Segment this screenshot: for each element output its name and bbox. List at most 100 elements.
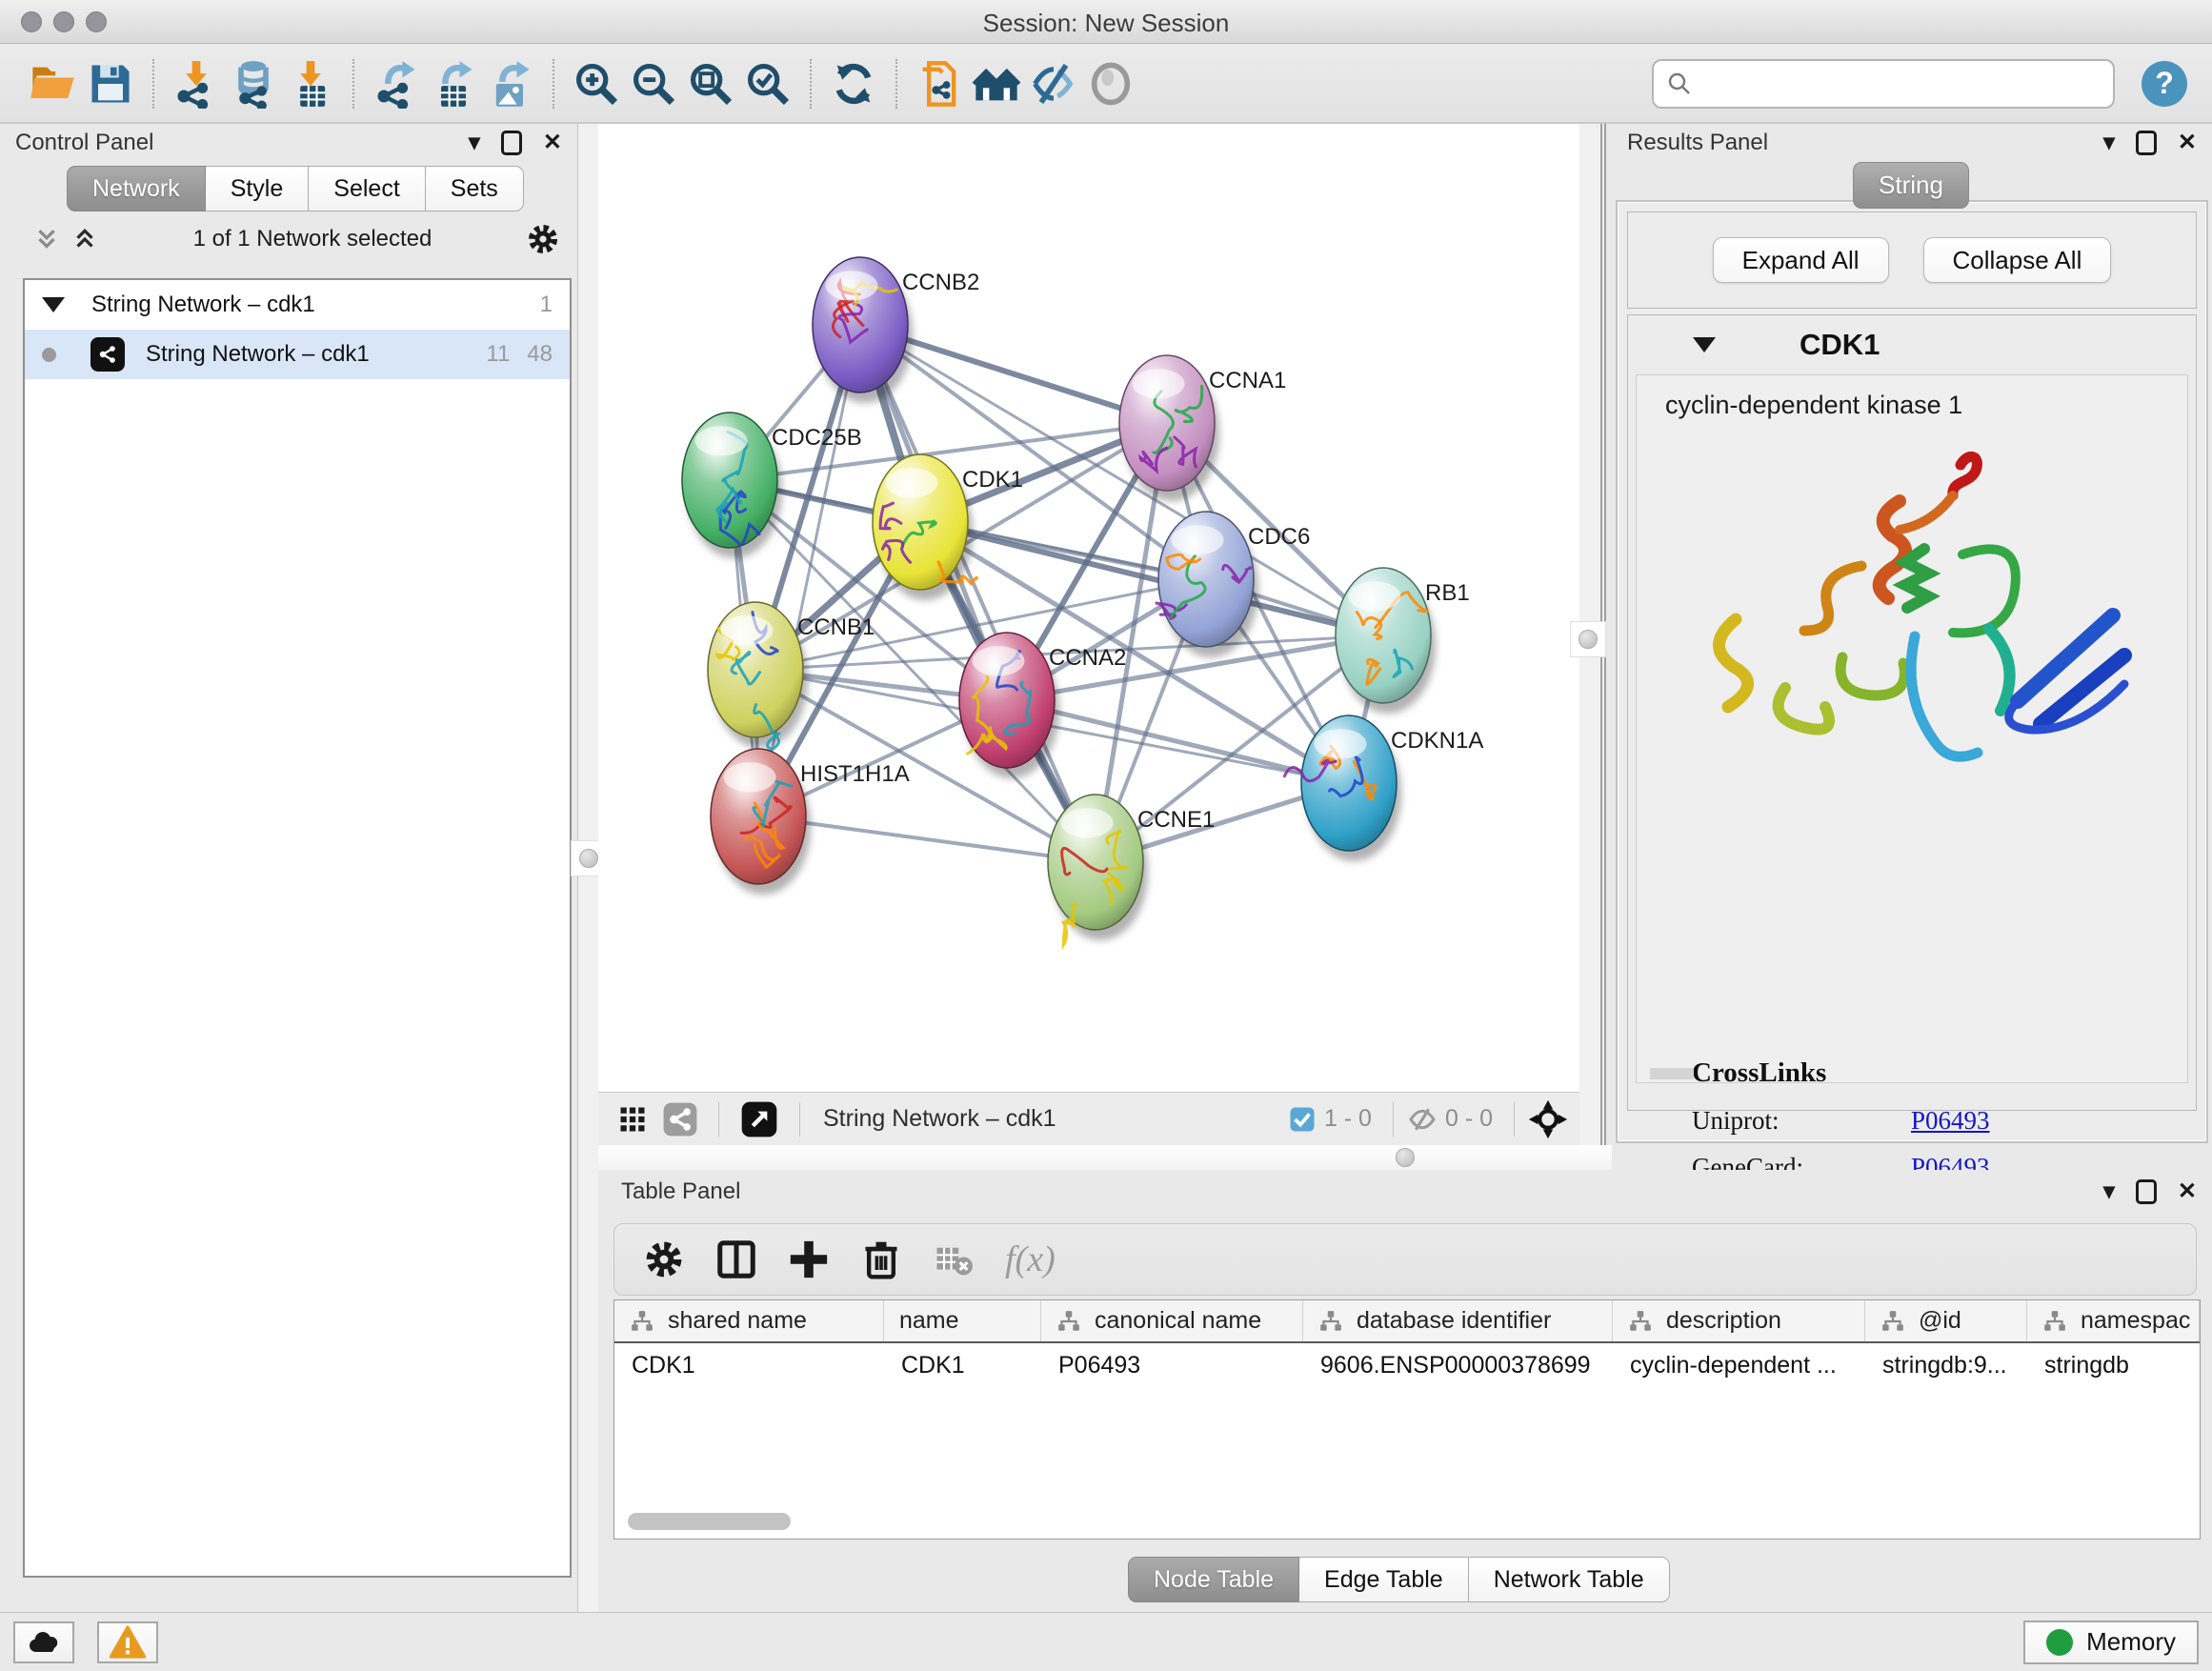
function-builder-icon[interactable]: f(x) <box>1005 1238 1056 1280</box>
network-canvas[interactable]: CCNB2 CCNA1 CDC25BCDK1 CDC6RB1 CCNB1 CCNA2 CDK… <box>598 124 1579 1092</box>
grid-view-icon[interactable] <box>610 1090 655 1149</box>
search-input[interactable] <box>1694 68 2101 99</box>
network-node-CCNB1[interactable]: CCNB1 <box>708 602 875 750</box>
statusbar-separator <box>718 1102 719 1137</box>
collapse-all-chevron-icon[interactable] <box>32 225 61 253</box>
network-node-CCNA1[interactable]: CCNA1 <box>1119 355 1286 501</box>
zoom-selected-icon[interactable] <box>739 54 796 113</box>
network-node-CCNE1[interactable]: CCNE1 <box>1048 795 1215 945</box>
float-panel-icon[interactable] <box>501 131 522 155</box>
import-network-database-icon[interactable] <box>225 54 282 113</box>
network-row-selected[interactable]: String Network – cdk1 11 48 <box>25 330 570 379</box>
table-cell[interactable]: CDK1 <box>884 1343 1041 1387</box>
results-scrollbar[interactable] <box>1650 1068 1694 1079</box>
help-icon[interactable]: ? <box>2142 61 2187 107</box>
node-table[interactable]: shared namenamecanonical namedatabase id… <box>613 1299 2201 1540</box>
import-table-file-icon[interactable] <box>282 54 339 113</box>
table-row[interactable]: CDK1CDK1P064939606.ENSP00000378699cyclin… <box>614 1343 2200 1387</box>
network-node-CDC6[interactable]: CDC6 <box>1156 512 1311 657</box>
column-header-name[interactable]: name <box>884 1300 1041 1341</box>
vertical-splitter-left[interactable] <box>577 124 598 1612</box>
open-session-icon[interactable] <box>25 54 82 113</box>
gene-section: CDK1 cyclin-dependent kinase 1 <box>1627 314 2197 1111</box>
zoom-in-icon[interactable] <box>568 54 625 113</box>
uniprot-link[interactable]: P06493 <box>1911 1106 1990 1136</box>
show-all-eye-icon[interactable] <box>1082 54 1139 113</box>
column-header-database-identifier[interactable]: database identifier <box>1303 1300 1613 1341</box>
clear-table-icon[interactable] <box>917 1229 990 1290</box>
collapse-all-button[interactable]: Collapse All <box>1923 237 2112 283</box>
float-panel-icon[interactable] <box>2136 131 2157 155</box>
column-header-shared-name[interactable]: shared name <box>614 1300 884 1341</box>
add-column-icon[interactable] <box>773 1229 845 1290</box>
refresh-icon[interactable] <box>825 54 882 113</box>
string-results-box: Expand All Collapse All CDK1 cyclin-depe… <box>1616 200 2208 1143</box>
export-network-icon[interactable] <box>368 54 425 113</box>
tab-select[interactable]: Select <box>309 166 425 211</box>
table-cell[interactable]: 9606.ENSP00000378699 <box>1303 1343 1613 1387</box>
close-panel-icon[interactable]: ✕ <box>2178 131 2197 154</box>
tab-edge-table[interactable]: Edge Table <box>1299 1557 1469 1602</box>
network-node-CCNA2[interactable]: CCNA2 <box>959 633 1126 778</box>
table-cell[interactable]: stringdb:9... <box>1865 1343 2027 1387</box>
table-cell[interactable]: cyclin-dependent ... <box>1613 1343 1865 1387</box>
node-label-CCNB2: CCNB2 <box>902 270 979 295</box>
share-network-icon[interactable] <box>655 1090 705 1149</box>
delete-column-icon[interactable] <box>845 1229 917 1290</box>
hide-selection-eye-icon[interactable] <box>1025 54 1082 113</box>
collapse-gene-icon[interactable] <box>1693 337 1716 352</box>
zoom-out-icon[interactable] <box>625 54 682 113</box>
export-table-icon[interactable] <box>425 54 482 113</box>
table-horizontal-scrollbar[interactable] <box>628 1513 791 1530</box>
results-panel-title: Results Panel <box>1627 130 1768 156</box>
tab-style[interactable]: Style <box>206 166 310 211</box>
memory-button[interactable]: Memory <box>2023 1621 2199 1664</box>
cloud-status-button[interactable] <box>13 1621 74 1663</box>
vertical-splitter-right[interactable] <box>1579 124 1606 1145</box>
splitter-handle[interactable] <box>1570 621 1606 657</box>
warnings-button[interactable] <box>97 1621 158 1663</box>
collapse-collection-icon[interactable] <box>42 297 65 312</box>
save-session-icon[interactable] <box>82 54 139 113</box>
network-node-CDC25B[interactable]: CDC25B <box>682 413 862 558</box>
float-panel-icon[interactable] <box>2136 1179 2157 1204</box>
tab-node-table[interactable]: Node Table <box>1128 1557 1299 1602</box>
network-node-CDK1[interactable]: CDK1 <box>873 454 1023 600</box>
close-panel-icon[interactable]: ✕ <box>543 131 562 154</box>
table-cell[interactable]: P06493 <box>1041 1343 1303 1387</box>
tab-network[interactable]: Network <box>67 166 206 211</box>
expand-all-button[interactable]: Expand All <box>1713 237 1889 283</box>
shared-column-icon <box>630 1309 654 1334</box>
open-in-browser-icon[interactable] <box>911 54 968 113</box>
hidden-eye-icon[interactable] <box>1407 1104 1438 1135</box>
tab-string[interactable]: String <box>1853 162 1969 209</box>
selected-checkbox-icon[interactable] <box>1288 1105 1317 1134</box>
shared-column-icon <box>1318 1309 1343 1334</box>
table-cell[interactable]: stringdb <box>2027 1343 2200 1387</box>
tab-network-table[interactable]: Network Table <box>1469 1557 1670 1602</box>
column-header--id[interactable]: @id <box>1865 1300 2027 1341</box>
column-header-description[interactable]: description <box>1613 1300 1865 1341</box>
panel-menu-icon[interactable]: ▾ <box>469 131 480 154</box>
network-node-HIST1H1A[interactable]: HIST1H1A <box>711 749 910 895</box>
column-header-namespac[interactable]: namespac <box>2027 1300 2200 1341</box>
network-options-gear-icon[interactable] <box>526 222 560 256</box>
panel-menu-icon[interactable]: ▾ <box>2103 1180 2115 1203</box>
detach-view-icon[interactable] <box>733 1090 786 1149</box>
network-node-RB1[interactable]: RB1 <box>1336 568 1470 714</box>
expand-all-chevron-icon[interactable] <box>70 225 99 253</box>
network-collection-row[interactable]: String Network – cdk1 1 <box>25 280 570 330</box>
tab-sets[interactable]: Sets <box>426 166 524 211</box>
zoom-fit-icon[interactable] <box>682 54 739 113</box>
column-header-canonical-name[interactable]: canonical name <box>1041 1300 1303 1341</box>
import-network-file-icon[interactable] <box>168 54 225 113</box>
export-image-icon[interactable] <box>482 54 539 113</box>
show-columns-icon[interactable] <box>700 1229 773 1290</box>
first-neighbors-icon[interactable] <box>968 54 1025 113</box>
close-panel-icon[interactable]: ✕ <box>2178 1180 2197 1203</box>
fit-selection-crosshair-icon[interactable] <box>1528 1099 1568 1139</box>
table-cell[interactable]: CDK1 <box>614 1343 884 1387</box>
network-node-CDKN1A[interactable]: CDKN1A <box>1284 715 1483 861</box>
panel-menu-icon[interactable]: ▾ <box>2103 131 2115 154</box>
table-settings-gear-icon[interactable] <box>628 1229 700 1290</box>
